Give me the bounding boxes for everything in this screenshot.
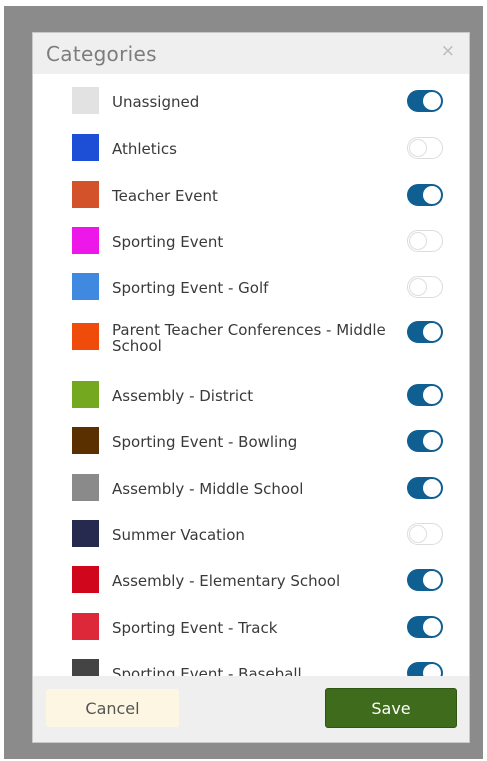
category-label: Summer Vacation	[112, 526, 245, 544]
toggle-knob	[423, 323, 441, 341]
category-row: Assembly - Middle School	[33, 461, 469, 507]
category-toggle[interactable]	[407, 616, 443, 638]
category-color-swatch	[72, 227, 99, 254]
category-row: Assembly - Elementary School	[33, 553, 469, 599]
category-toggle[interactable]	[407, 276, 443, 298]
category-toggle[interactable]	[407, 430, 443, 452]
category-label: Teacher Event	[112, 187, 218, 205]
toggle-knob	[423, 386, 441, 404]
category-toggle[interactable]	[407, 321, 443, 343]
category-color-swatch	[72, 381, 99, 408]
toggle-knob	[423, 571, 441, 589]
category-label: Assembly - Middle School	[112, 480, 304, 498]
toggle-knob	[409, 278, 427, 296]
category-row: Sporting Event - Bowling	[33, 414, 469, 460]
category-toggle[interactable]	[407, 230, 443, 252]
toggle-knob	[423, 479, 441, 497]
category-label: Assembly - Elementary School	[112, 572, 341, 590]
category-label: Assembly - District	[112, 387, 254, 405]
toggle-knob	[423, 618, 441, 636]
category-row: Assembly - District	[33, 368, 469, 414]
category-row: Parent Teacher Conferences - Middle Scho…	[33, 309, 469, 365]
category-row: Unassigned	[33, 74, 469, 120]
categories-dialog: Categories × Unassigned Athletics Teache…	[33, 33, 469, 742]
category-toggle[interactable]	[407, 477, 443, 499]
category-color-swatch	[72, 134, 99, 161]
category-color-swatch	[72, 613, 99, 640]
toggle-knob	[409, 139, 427, 157]
category-color-swatch	[72, 474, 99, 501]
category-row: Summer Vacation	[33, 507, 469, 553]
dialog-header: Categories ×	[33, 33, 469, 74]
category-label: Sporting Event - Golf	[112, 279, 269, 297]
toggle-knob	[423, 432, 441, 450]
category-color-swatch	[72, 273, 99, 300]
toggle-knob	[409, 232, 427, 250]
toggle-knob	[409, 525, 427, 543]
category-label: Unassigned	[112, 93, 200, 111]
category-list[interactable]: Unassigned Athletics Teacher Event Sport…	[33, 74, 469, 708]
category-toggle[interactable]	[407, 569, 443, 591]
category-color-swatch	[72, 520, 99, 547]
toggle-knob	[423, 186, 441, 204]
category-row: Sporting Event - Track	[33, 600, 469, 646]
toggle-knob	[423, 92, 441, 110]
category-color-swatch	[72, 87, 99, 114]
category-color-swatch	[72, 181, 99, 208]
category-row: Sporting Event	[33, 214, 469, 260]
category-color-swatch	[72, 323, 99, 350]
cancel-button[interactable]: Cancel	[46, 689, 179, 727]
close-icon[interactable]: ×	[441, 43, 455, 60]
category-label: Athletics	[112, 140, 177, 158]
category-row: Athletics	[33, 121, 469, 167]
category-label: Sporting Event - Track	[112, 619, 278, 637]
category-toggle[interactable]	[407, 184, 443, 206]
category-row: Teacher Event	[33, 168, 469, 214]
dialog-footer: Cancel Save	[33, 676, 469, 742]
category-color-swatch	[72, 566, 99, 593]
category-color-swatch	[72, 427, 99, 454]
dialog-title: Categories	[46, 42, 157, 66]
category-row: Sporting Event - Golf	[33, 260, 469, 306]
save-button[interactable]: Save	[325, 688, 457, 728]
category-label: Parent Teacher Conferences - Middle Scho…	[112, 321, 386, 355]
category-label: Sporting Event - Bowling	[112, 433, 298, 451]
category-toggle[interactable]	[407, 384, 443, 406]
category-toggle[interactable]	[407, 137, 443, 159]
category-label: Sporting Event	[112, 233, 224, 251]
category-toggle[interactable]	[407, 90, 443, 112]
category-toggle[interactable]	[407, 523, 443, 545]
